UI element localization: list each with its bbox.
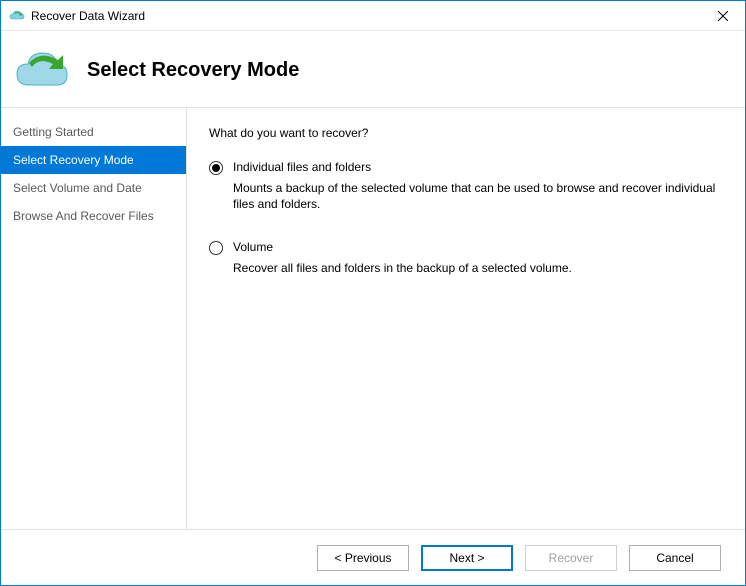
option-desc-volume: Recover all files and folders in the bac… xyxy=(233,260,723,276)
cloud-recover-icon xyxy=(15,47,69,93)
option-volume: Volume Recover all files and folders in … xyxy=(209,240,723,276)
option-individual-files: Individual files and folders Mounts a ba… xyxy=(209,160,723,212)
sidebar-item-browse-and-recover-files[interactable]: Browse And Recover Files xyxy=(1,202,186,230)
sidebar-item-getting-started[interactable]: Getting Started xyxy=(1,118,186,146)
radio-volume[interactable] xyxy=(209,241,223,255)
header: Select Recovery Mode xyxy=(1,31,745,107)
recover-button: Recover xyxy=(525,545,617,571)
option-body: Individual files and folders Mounts a ba… xyxy=(233,160,723,212)
app-cloud-icon xyxy=(9,8,25,24)
option-label-volume[interactable]: Volume xyxy=(233,240,723,254)
wizard-window: Recover Data Wizard Select Recovery Mode… xyxy=(0,0,746,586)
prompt-text: What do you want to recover? xyxy=(209,126,723,140)
option-label-individual-files[interactable]: Individual files and folders xyxy=(233,160,723,174)
sidebar-item-select-volume-and-date[interactable]: Select Volume and Date xyxy=(1,174,186,202)
cancel-button[interactable]: Cancel xyxy=(629,545,721,571)
previous-button[interactable]: < Previous xyxy=(317,545,409,571)
titlebar: Recover Data Wizard xyxy=(1,1,745,31)
option-desc-individual-files: Mounts a backup of the selected volume t… xyxy=(233,180,723,212)
page-heading: Select Recovery Mode xyxy=(87,59,299,82)
window-title: Recover Data Wizard xyxy=(31,9,700,23)
close-icon xyxy=(718,11,728,21)
footer: < Previous Next > Recover Cancel xyxy=(1,529,745,585)
radio-individual-files[interactable] xyxy=(209,161,223,175)
close-button[interactable] xyxy=(700,1,745,31)
body: Getting Started Select Recovery Mode Sel… xyxy=(1,108,745,529)
option-body: Volume Recover all files and folders in … xyxy=(233,240,723,276)
sidebar-item-select-recovery-mode[interactable]: Select Recovery Mode xyxy=(1,146,186,174)
next-button[interactable]: Next > xyxy=(421,545,513,571)
content: What do you want to recover? Individual … xyxy=(187,108,745,529)
sidebar: Getting Started Select Recovery Mode Sel… xyxy=(1,108,187,529)
